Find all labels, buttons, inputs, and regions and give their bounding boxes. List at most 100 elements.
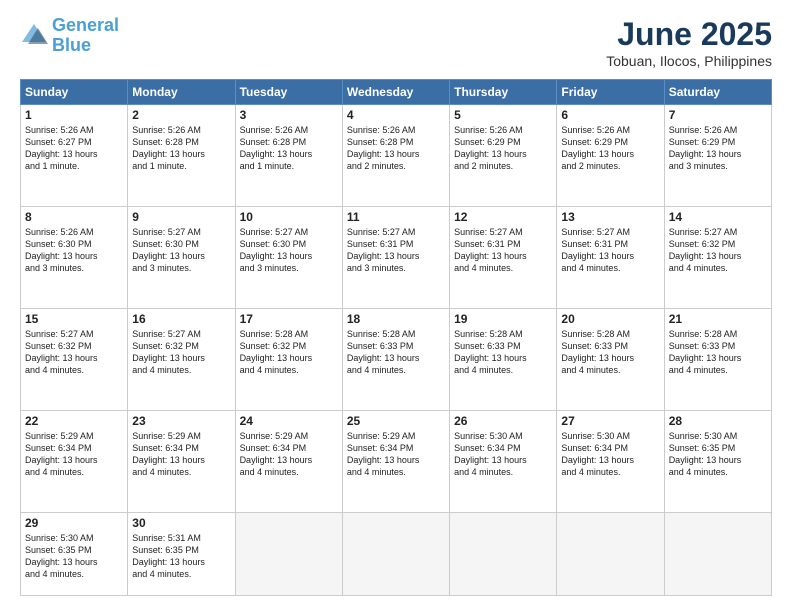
calendar-weekday-tuesday: Tuesday xyxy=(235,80,342,105)
calendar-cell: 4 Sunrise: 5:26 AM Sunset: 6:28 PM Daylig… xyxy=(342,105,449,207)
logo-line1: General xyxy=(52,15,119,35)
calendar-cell: 13 Sunrise: 5:27 AM Sunset: 6:31 PM Dayli… xyxy=(557,206,664,308)
day-info: Sunrise: 5:28 AM Sunset: 6:32 PM Dayligh… xyxy=(240,328,338,377)
day-info: Sunrise: 5:26 AM Sunset: 6:29 PM Dayligh… xyxy=(454,124,552,173)
day-number: 26 xyxy=(454,414,552,428)
day-info: Sunrise: 5:30 AM Sunset: 6:34 PM Dayligh… xyxy=(454,430,552,479)
day-number: 27 xyxy=(561,414,659,428)
day-number: 21 xyxy=(669,312,767,326)
calendar-week-row: 1 Sunrise: 5:26 AM Sunset: 6:27 PM Daylig… xyxy=(21,105,772,207)
day-info: Sunrise: 5:31 AM Sunset: 6:35 PM Dayligh… xyxy=(132,532,230,581)
calendar-weekday-sunday: Sunday xyxy=(21,80,128,105)
calendar-cell xyxy=(235,512,342,595)
day-info: Sunrise: 5:26 AM Sunset: 6:28 PM Dayligh… xyxy=(132,124,230,173)
day-info: Sunrise: 5:27 AM Sunset: 6:31 PM Dayligh… xyxy=(454,226,552,275)
day-info: Sunrise: 5:26 AM Sunset: 6:29 PM Dayligh… xyxy=(669,124,767,173)
day-info: Sunrise: 5:30 AM Sunset: 6:35 PM Dayligh… xyxy=(25,532,123,581)
day-number: 23 xyxy=(132,414,230,428)
header: General Blue June 2025 Tobuan, Ilocos, P… xyxy=(20,16,772,69)
calendar-cell xyxy=(450,512,557,595)
calendar-cell: 20 Sunrise: 5:28 AM Sunset: 6:33 PM Dayli… xyxy=(557,308,664,410)
calendar-weekday-thursday: Thursday xyxy=(450,80,557,105)
day-info: Sunrise: 5:27 AM Sunset: 6:32 PM Dayligh… xyxy=(132,328,230,377)
day-number: 14 xyxy=(669,210,767,224)
calendar-cell: 9 Sunrise: 5:27 AM Sunset: 6:30 PM Daylig… xyxy=(128,206,235,308)
day-number: 22 xyxy=(25,414,123,428)
calendar-cell: 28Sunrise: 5:30 AM Sunset: 6:35 PM Dayli… xyxy=(664,410,771,512)
day-info: Sunrise: 5:28 AM Sunset: 6:33 PM Dayligh… xyxy=(347,328,445,377)
calendar-cell xyxy=(664,512,771,595)
calendar-weekday-friday: Friday xyxy=(557,80,664,105)
day-info: Sunrise: 5:26 AM Sunset: 6:28 PM Dayligh… xyxy=(240,124,338,173)
day-number: 13 xyxy=(561,210,659,224)
day-number: 8 xyxy=(25,210,123,224)
calendar-cell: 1 Sunrise: 5:26 AM Sunset: 6:27 PM Daylig… xyxy=(21,105,128,207)
day-number: 25 xyxy=(347,414,445,428)
day-number: 24 xyxy=(240,414,338,428)
calendar-cell: 25 Sunrise: 5:29 AM Sunset: 6:34 PM Dayli… xyxy=(342,410,449,512)
subtitle: Tobuan, Ilocos, Philippines xyxy=(606,53,772,69)
main-title: June 2025 xyxy=(606,16,772,53)
day-info: Sunrise: 5:26 AM Sunset: 6:29 PM Dayligh… xyxy=(561,124,659,173)
day-info: Sunrise: 5:29 AM Sunset: 6:34 PM Dayligh… xyxy=(347,430,445,479)
day-number: 29 xyxy=(25,516,123,530)
day-info: Sunrise: 5:27 AM Sunset: 6:32 PM Dayligh… xyxy=(25,328,123,377)
day-number: 9 xyxy=(132,210,230,224)
day-number: 1 xyxy=(25,108,123,122)
calendar-cell: 22 Sunrise: 5:29 AM Sunset: 6:34 PM Dayli… xyxy=(21,410,128,512)
day-number: 2 xyxy=(132,108,230,122)
day-number: 6 xyxy=(561,108,659,122)
day-info: Sunrise: 5:27 AM Sunset: 6:31 PM Dayligh… xyxy=(347,226,445,275)
day-info: Sunrise: 5:29 AM Sunset: 6:34 PM Dayligh… xyxy=(132,430,230,479)
calendar-cell: 5Sunrise: 5:26 AM Sunset: 6:29 PM Daylig… xyxy=(450,105,557,207)
day-info: Sunrise: 5:30 AM Sunset: 6:34 PM Dayligh… xyxy=(561,430,659,479)
day-number: 16 xyxy=(132,312,230,326)
day-number: 3 xyxy=(240,108,338,122)
day-number: 11 xyxy=(347,210,445,224)
calendar-cell: 16 Sunrise: 5:27 AM Sunset: 6:32 PM Dayli… xyxy=(128,308,235,410)
day-number: 4 xyxy=(347,108,445,122)
day-number: 28 xyxy=(669,414,767,428)
logo: General Blue xyxy=(20,16,119,56)
day-number: 12 xyxy=(454,210,552,224)
day-info: Sunrise: 5:27 AM Sunset: 6:31 PM Dayligh… xyxy=(561,226,659,275)
calendar-week-row: 15Sunrise: 5:27 AM Sunset: 6:32 PM Dayli… xyxy=(21,308,772,410)
day-number: 17 xyxy=(240,312,338,326)
calendar-weekday-saturday: Saturday xyxy=(664,80,771,105)
day-info: Sunrise: 5:27 AM Sunset: 6:30 PM Dayligh… xyxy=(240,226,338,275)
calendar-weekday-monday: Monday xyxy=(128,80,235,105)
calendar-week-row: 22 Sunrise: 5:29 AM Sunset: 6:34 PM Dayli… xyxy=(21,410,772,512)
day-number: 30 xyxy=(132,516,230,530)
calendar-cell: 23 Sunrise: 5:29 AM Sunset: 6:34 PM Dayli… xyxy=(128,410,235,512)
calendar-cell xyxy=(342,512,449,595)
calendar-table: SundayMondayTuesdayWednesdayThursdayFrid… xyxy=(20,79,772,596)
calendar-cell: 10Sunrise: 5:27 AM Sunset: 6:30 PM Dayli… xyxy=(235,206,342,308)
day-info: Sunrise: 5:27 AM Sunset: 6:30 PM Dayligh… xyxy=(132,226,230,275)
day-number: 19 xyxy=(454,312,552,326)
logo-text: General Blue xyxy=(52,16,119,56)
day-number: 20 xyxy=(561,312,659,326)
calendar-cell: 18 Sunrise: 5:28 AM Sunset: 6:33 PM Dayli… xyxy=(342,308,449,410)
logo-icon xyxy=(20,22,48,50)
day-info: Sunrise: 5:26 AM Sunset: 6:30 PM Dayligh… xyxy=(25,226,123,275)
day-info: Sunrise: 5:29 AM Sunset: 6:34 PM Dayligh… xyxy=(240,430,338,479)
calendar-cell: 14 Sunrise: 5:27 AM Sunset: 6:32 PM Dayli… xyxy=(664,206,771,308)
calendar-cell: 24 Sunrise: 5:29 AM Sunset: 6:34 PM Dayli… xyxy=(235,410,342,512)
day-info: Sunrise: 5:26 AM Sunset: 6:28 PM Dayligh… xyxy=(347,124,445,173)
day-info: Sunrise: 5:27 AM Sunset: 6:32 PM Dayligh… xyxy=(669,226,767,275)
day-info: Sunrise: 5:26 AM Sunset: 6:27 PM Dayligh… xyxy=(25,124,123,173)
calendar-cell: 3 Sunrise: 5:26 AM Sunset: 6:28 PM Daylig… xyxy=(235,105,342,207)
calendar-cell: 27 Sunrise: 5:30 AM Sunset: 6:34 PM Dayli… xyxy=(557,410,664,512)
logo-line2: Blue xyxy=(52,35,91,55)
day-info: Sunrise: 5:28 AM Sunset: 6:33 PM Dayligh… xyxy=(669,328,767,377)
day-info: Sunrise: 5:29 AM Sunset: 6:34 PM Dayligh… xyxy=(25,430,123,479)
calendar-cell: 7Sunrise: 5:26 AM Sunset: 6:29 PM Daylig… xyxy=(664,105,771,207)
day-number: 18 xyxy=(347,312,445,326)
calendar-cell: 11 Sunrise: 5:27 AM Sunset: 6:31 PM Dayli… xyxy=(342,206,449,308)
day-info: Sunrise: 5:28 AM Sunset: 6:33 PM Dayligh… xyxy=(561,328,659,377)
page: General Blue June 2025 Tobuan, Ilocos, P… xyxy=(0,0,792,612)
calendar-cell: 30 Sunrise: 5:31 AM Sunset: 6:35 PM Dayli… xyxy=(128,512,235,595)
title-block: June 2025 Tobuan, Ilocos, Philippines xyxy=(606,16,772,69)
day-info: Sunrise: 5:28 AM Sunset: 6:33 PM Dayligh… xyxy=(454,328,552,377)
calendar-cell: 6 Sunrise: 5:26 AM Sunset: 6:29 PM Daylig… xyxy=(557,105,664,207)
